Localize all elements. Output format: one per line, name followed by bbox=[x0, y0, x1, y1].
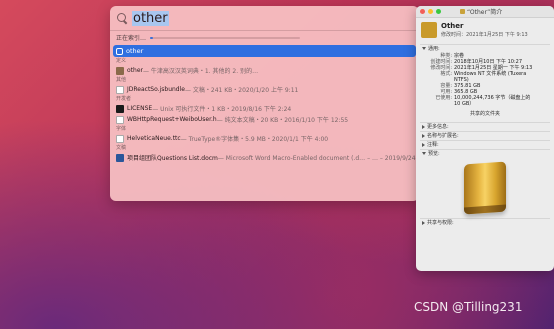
spotlight-search-bar[interactable]: other bbox=[110, 6, 419, 30]
info-key: 已使用: bbox=[435, 95, 452, 101]
section-label: 定义 bbox=[116, 58, 127, 64]
info-row: 格式: Windows NT 文件系统 (Tuxera NTFS) bbox=[416, 71, 554, 83]
disclosure-triangle-icon bbox=[422, 142, 425, 147]
preview-toggle[interactable]: 预览: bbox=[416, 150, 554, 158]
section-label: 字体 bbox=[116, 126, 127, 132]
result-name: JDReactSo.jsbundle bbox=[127, 86, 185, 93]
result-name: WBHttpRequest+WeiboUser.h bbox=[127, 116, 217, 123]
get-info-window: “Other”简介 Other 修改时间：2021年1月25日 下午 9:13 … bbox=[416, 6, 554, 271]
result-meta: — Unix 可执行文件・1 KB・2019/8/16 下午 2:24 bbox=[152, 106, 292, 113]
dictionary-icon bbox=[116, 66, 124, 75]
result-row[interactable]: other — 牛津高汉汉英词典・1. 其他的 2. 别的… bbox=[110, 65, 419, 76]
app-icon bbox=[116, 47, 123, 55]
name-extension-toggle[interactable]: 名称与扩展名: bbox=[416, 132, 554, 140]
info-value: 10,000,244,736 字节（磁盘上的 10 GB） bbox=[454, 95, 531, 107]
indexing-progress-bar bbox=[150, 36, 301, 39]
preview-area bbox=[416, 158, 554, 218]
result-row[interactable]: HelveticaNeue.ttc — TrueType®字体集・5.9 MB・… bbox=[110, 133, 419, 144]
document-icon bbox=[116, 85, 124, 94]
indexing-label: 正在索引… bbox=[116, 35, 147, 42]
disclosure-triangle-icon bbox=[422, 152, 426, 155]
result-name: other bbox=[127, 67, 143, 74]
search-icon bbox=[116, 12, 128, 24]
drive-icon bbox=[460, 9, 465, 14]
indexing-status: 正在索引… bbox=[110, 31, 419, 44]
volume-name: Other bbox=[441, 22, 464, 30]
result-meta: — 纯文本文稿・20 KB・2016/1/10 下午 12:55 bbox=[216, 117, 349, 124]
disclosure-triangle-icon bbox=[422, 133, 425, 138]
section-label: 开发者 bbox=[116, 96, 132, 102]
window-title: “Other”简介 bbox=[460, 7, 502, 16]
disclosure-triangle-icon bbox=[422, 220, 425, 225]
top-hit-label: other bbox=[126, 47, 144, 55]
comments-toggle[interactable]: 注释: bbox=[416, 141, 554, 149]
document-icon bbox=[116, 115, 124, 124]
result-row[interactable]: LICENSE — Unix 可执行文件・1 KB・2019/8/16 下午 2… bbox=[110, 103, 419, 114]
shared-folder-label: 共享的文件夹 bbox=[469, 111, 500, 117]
indexing-progress-fill bbox=[150, 36, 154, 39]
section-label: 其他 bbox=[116, 77, 127, 83]
title-bar: “Other”简介 bbox=[416, 6, 554, 18]
sharing-permissions-toggle[interactable]: 共享与权限: bbox=[416, 219, 554, 227]
minimize-button[interactable] bbox=[428, 9, 433, 14]
font-icon bbox=[116, 134, 124, 143]
more-info-toggle[interactable]: 更多信息: bbox=[416, 123, 554, 131]
zoom-button[interactable] bbox=[436, 9, 441, 14]
result-name: 项目组团队Questions List.docm bbox=[127, 155, 218, 162]
modified-date: 修改时间：2021年1月25日 下午 9:13 bbox=[441, 32, 528, 38]
spotlight-panel: other 正在索引… other 定义 other — 牛津高汉汉英词典・1. … bbox=[110, 6, 419, 201]
result-meta: — Microsoft Word Macro-Enabled document … bbox=[217, 155, 419, 162]
external-drive-icon bbox=[464, 161, 506, 215]
result-name: LICENSE bbox=[127, 105, 153, 112]
info-value: Windows NT 文件系统 (Tuxera NTFS) bbox=[454, 71, 527, 83]
disclosure-triangle-icon bbox=[422, 124, 425, 129]
result-row[interactable]: 项目组团队Questions List.docm — Microsoft Wor… bbox=[110, 152, 419, 163]
terminal-icon bbox=[116, 104, 124, 113]
volume-icon bbox=[421, 22, 437, 38]
info-row: 已使用: 10,000,244,736 字节（磁盘上的 10 GB） bbox=[416, 95, 554, 107]
watermark: CSDN @Tilling231 bbox=[414, 300, 523, 314]
top-hit-row[interactable]: other bbox=[113, 45, 416, 57]
search-input[interactable]: other bbox=[132, 10, 169, 26]
info-key: 格式: bbox=[440, 71, 452, 77]
general-section: 种类: 宗卷 创建时间: 2018年10月10日 下午 10:27 修改时间: 2021年… bbox=[416, 53, 554, 107]
info-header: Other 修改时间：2021年1月25日 下午 9:13 bbox=[416, 18, 554, 44]
result-name: HelveticaNeue.ttc bbox=[127, 135, 181, 142]
general-section-toggle[interactable]: 通用: bbox=[416, 45, 554, 53]
result-row[interactable]: WBHttpRequest+WeiboUser.h — 纯文本文稿・20 KB・… bbox=[110, 114, 419, 125]
close-button[interactable] bbox=[420, 9, 425, 14]
result-meta: — TrueType®字体集・5.9 MB・2020/1/1 下午 4:00 bbox=[180, 136, 329, 143]
result-meta: — 牛津高汉汉英词典・1. 其他的 2. 别的… bbox=[142, 68, 259, 75]
results-list: 定义 other — 牛津高汉汉英词典・1. 其他的 2. 别的… 其他 JDReac… bbox=[110, 57, 419, 163]
section-label: 文稿 bbox=[116, 145, 127, 151]
disclosure-triangle-icon bbox=[422, 47, 426, 50]
result-row[interactable]: JDReactSo.jsbundle — 文稿・241 KB・2020/1/20… bbox=[110, 84, 419, 95]
word-icon bbox=[116, 153, 124, 162]
result-meta: — 文稿・241 KB・2020/1/20 上午 9:11 bbox=[184, 87, 299, 94]
